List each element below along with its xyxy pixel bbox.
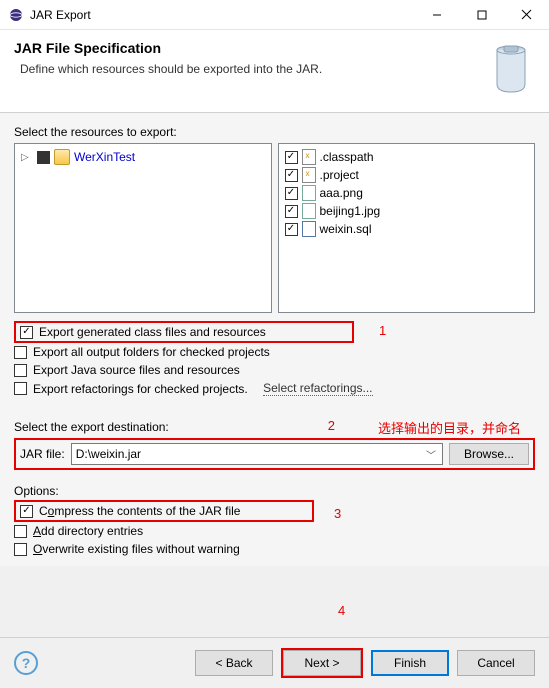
dialog-header: JAR File Specification Define which reso…	[0, 30, 549, 113]
window-title: JAR Export	[30, 8, 414, 22]
file-checkbox[interactable]	[285, 187, 298, 200]
checkbox-java-source[interactable]	[14, 364, 27, 377]
annotation-1: 1	[379, 323, 386, 338]
file-icon	[302, 203, 316, 219]
opt-overwrite[interactable]: Overwrite existing files without warning	[14, 540, 535, 558]
file-icon	[302, 167, 316, 183]
jar-file-input[interactable]	[76, 447, 424, 461]
content-area: Select the resources to export: ▷ WerXin…	[0, 113, 549, 566]
label-overwrite: Overwrite existing files without warning	[33, 542, 240, 556]
file-icon	[302, 149, 316, 165]
resource-panes: ▷ WerXinTest .classpath .project aaa.pn	[14, 143, 535, 313]
annotation-4: 4	[338, 603, 345, 618]
help-button[interactable]: ?	[14, 651, 38, 675]
header-title: JAR File Specification	[14, 40, 487, 56]
label-all-output: Export all output folders for checked pr…	[33, 345, 270, 359]
file-icon	[302, 185, 316, 201]
file-name: .project	[320, 168, 359, 182]
file-checkbox[interactable]	[285, 223, 298, 236]
jar-file-label: JAR file:	[20, 447, 65, 461]
jar-file-combo[interactable]: ﹀	[71, 443, 443, 465]
project-icon	[54, 149, 70, 165]
label-add-dir: Add directory entries	[33, 524, 143, 538]
opt-add-dir[interactable]: Add directory entries	[14, 522, 535, 540]
jar-icon	[487, 40, 535, 96]
annotation-2-text: 选择输出的目录，并命名	[378, 418, 521, 437]
jar-file-row: JAR file: ﹀ Browse...	[14, 438, 535, 470]
options-group: Options: Compress the contents of the JA…	[14, 484, 535, 558]
file-row[interactable]: .project	[283, 166, 531, 184]
back-button[interactable]: < Back	[195, 650, 273, 676]
eclipse-icon	[8, 7, 24, 23]
file-row[interactable]: .classpath	[283, 148, 531, 166]
resources-label: Select the resources to export:	[14, 125, 535, 139]
checkbox-generated[interactable]	[20, 326, 33, 339]
file-name: weixin.sql	[320, 222, 372, 236]
chevron-down-icon[interactable]: ﹀	[424, 447, 438, 462]
expand-icon[interactable]: ▷	[21, 152, 33, 163]
close-button[interactable]	[504, 0, 549, 29]
annotation-2: 2	[328, 418, 335, 433]
dialog-footer: ? < Back Next > Finish Cancel	[0, 637, 549, 688]
opt-generated[interactable]: Export generated class files and resourc…	[14, 321, 354, 343]
opt-compress[interactable]: Compress the contents of the JAR file	[14, 500, 314, 522]
file-checkbox[interactable]	[285, 169, 298, 182]
checkbox-compress[interactable]	[20, 505, 33, 518]
annotation-3: 3	[334, 506, 341, 521]
minimize-button[interactable]	[414, 0, 459, 29]
label-refactorings: Export refactorings for checked projects…	[33, 382, 248, 396]
file-name: .classpath	[320, 150, 374, 164]
checkbox-all-output[interactable]	[14, 346, 27, 359]
label-compress: Compress the contents of the JAR file	[39, 504, 240, 518]
checkbox-refactorings[interactable]	[14, 382, 27, 395]
file-list[interactable]: .classpath .project aaa.png beijing1.jpg	[278, 143, 536, 313]
file-row[interactable]: aaa.png	[283, 184, 531, 202]
header-subtitle: Define which resources should be exporte…	[20, 62, 487, 76]
opt-all-output[interactable]: Export all output folders for checked pr…	[14, 343, 535, 361]
file-icon	[302, 221, 316, 237]
export-options: Export generated class files and resourc…	[14, 321, 535, 398]
label-generated: Export generated class files and resourc…	[39, 325, 266, 339]
project-checkbox[interactable]	[37, 151, 50, 164]
file-checkbox[interactable]	[285, 151, 298, 164]
options-group-label: Options:	[14, 484, 59, 498]
opt-java-source[interactable]: Export Java source files and resources	[14, 361, 535, 379]
checkbox-overwrite[interactable]	[14, 543, 27, 556]
browse-button[interactable]: Browse...	[449, 443, 529, 465]
file-name: aaa.png	[320, 186, 363, 200]
file-row[interactable]: beijing1.jpg	[283, 202, 531, 220]
tree-row[interactable]: ▷ WerXinTest	[19, 148, 267, 166]
titlebar: JAR Export	[0, 0, 549, 30]
select-refactorings-link[interactable]: Select refactorings...	[263, 381, 372, 396]
file-name: beijing1.jpg	[320, 204, 381, 218]
label-java-source: Export Java source files and resources	[33, 363, 240, 377]
file-checkbox[interactable]	[285, 205, 298, 218]
project-name: WerXinTest	[74, 150, 135, 164]
maximize-button[interactable]	[459, 0, 504, 29]
destination-section: Select the export destination: 2 选择输出的目录…	[14, 420, 535, 470]
opt-refactorings[interactable]: Export refactorings for checked projects…	[14, 379, 535, 398]
finish-button[interactable]: Finish	[371, 650, 449, 676]
file-row[interactable]: weixin.sql	[283, 220, 531, 238]
checkbox-add-dir[interactable]	[14, 525, 27, 538]
cancel-button[interactable]: Cancel	[457, 650, 535, 676]
next-button[interactable]: Next >	[283, 650, 361, 676]
project-tree[interactable]: ▷ WerXinTest	[14, 143, 272, 313]
